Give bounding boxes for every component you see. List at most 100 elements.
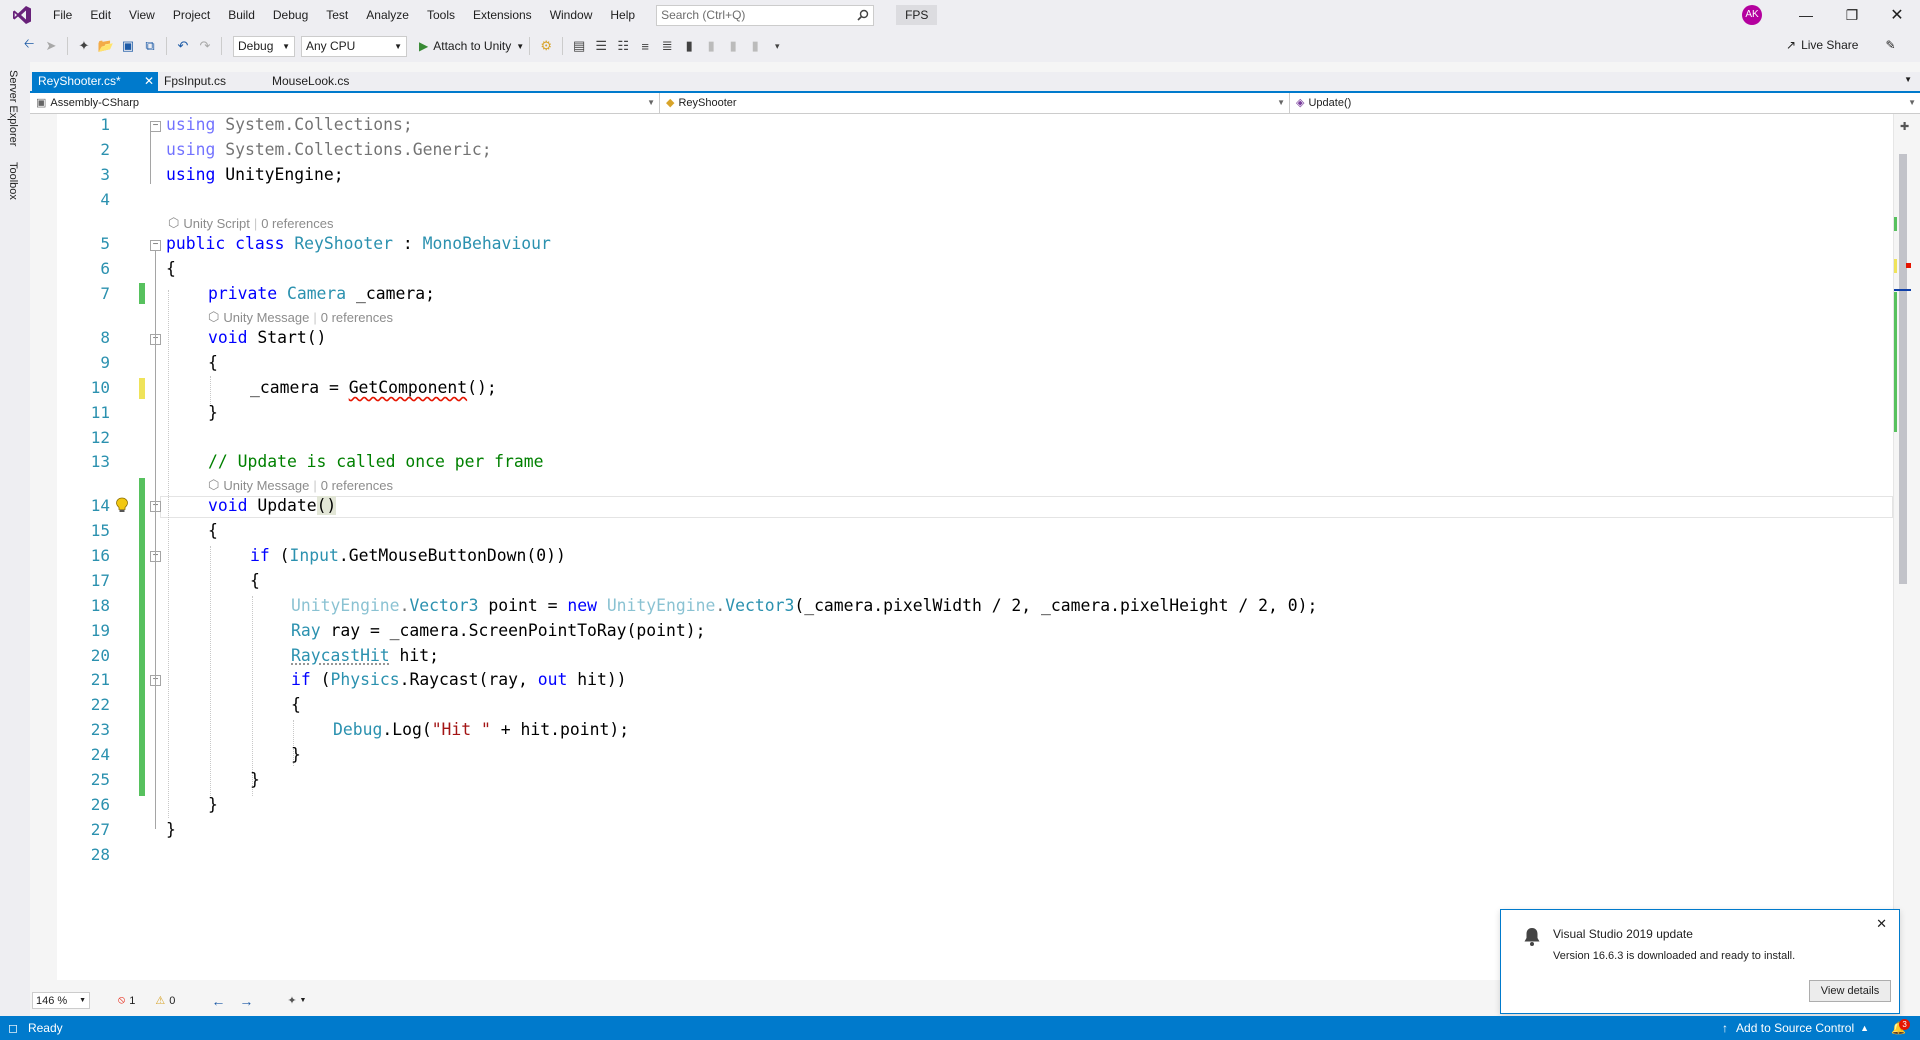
attach-to-unity-button[interactable]: ▶ Attach to Unity ▼ (419, 39, 524, 53)
screenshot-icon[interactable]: ▤ (568, 35, 590, 57)
vertical-scrollbar[interactable]: ✚ (1893, 114, 1911, 980)
codelens-update[interactable]: ⬡ Unity Message | 0 references (208, 477, 393, 493)
menu-tools[interactable]: Tools (418, 0, 464, 30)
codelens-refs[interactable]: 0 references (321, 310, 393, 325)
close-icon[interactable]: ✕ (1874, 0, 1920, 30)
scrollbar-thumb[interactable] (1899, 154, 1907, 584)
comment-icon[interactable]: ≡ (634, 35, 656, 57)
add-to-source-control[interactable]: Add to Source Control (1736, 1021, 1854, 1035)
next-bookmark-icon[interactable]: ▮ (722, 35, 744, 57)
close-notification-icon[interactable]: ✕ (1876, 916, 1887, 932)
type-name: Debug (333, 720, 383, 739)
view-details-button[interactable]: View details (1809, 980, 1891, 1002)
menu-help[interactable]: Help (601, 0, 644, 30)
bookmark-icon[interactable]: ▮ (678, 35, 700, 57)
menu-file[interactable]: File (44, 0, 81, 30)
class-dropdown[interactable]: ◆ ReyShooter ▼ (660, 93, 1290, 113)
prev-bookmark-icon[interactable]: ▮ (700, 35, 722, 57)
code-line: void Update() (208, 496, 337, 515)
lightbulb-icon[interactable] (115, 497, 129, 513)
format-icon[interactable]: ☰ (590, 35, 612, 57)
uncomment-icon[interactable]: ≣ (656, 35, 678, 57)
zoom-select[interactable]: 146 % ▼ (32, 992, 90, 1009)
member-dropdown[interactable]: ◈ Update() ▼ (1290, 93, 1920, 113)
line-number: 1 (100, 115, 110, 134)
minimize-icon[interactable]: — (1783, 0, 1829, 30)
tab-fpsinput[interactable]: FpsInput.cs (158, 72, 258, 91)
platform-select[interactable]: Any CPU ▼ (301, 35, 407, 57)
code-line: { (291, 695, 301, 714)
codelens-class[interactable]: ⬡ Unity Script | 0 references (168, 215, 333, 231)
chevron-down-icon: ▼ (1277, 98, 1285, 107)
tab-reyshooter[interactable]: ReyShooter.cs* ✕ (32, 72, 158, 91)
configuration-select[interactable]: Debug ▼ (233, 35, 295, 57)
keyword: private (208, 284, 278, 303)
menu-build[interactable]: Build (219, 0, 264, 30)
outline-icon[interactable]: ☷ (612, 35, 634, 57)
hot-reload-icon[interactable]: ⚙ (535, 35, 557, 57)
zoom-value: 146 % (36, 994, 68, 1007)
redo-icon[interactable]: ↷ (194, 35, 216, 57)
next-issue-icon[interactable]: → (239, 993, 253, 1009)
menu-view[interactable]: View (120, 0, 164, 30)
warning-icon[interactable]: ⚠ (155, 994, 165, 1007)
solution-name: FPS (896, 5, 938, 25)
tab-mouselook[interactable]: MouseLook.cs (266, 72, 366, 91)
line-number: 11 (90, 403, 110, 422)
codelens-refs[interactable]: 0 references (261, 216, 333, 231)
menu-extensions[interactable]: Extensions (464, 0, 541, 30)
save-all-icon[interactable]: ⧉ (139, 35, 161, 57)
split-view-icon[interactable]: ✚ (1900, 120, 1909, 133)
server-explorer-tab[interactable]: Server Explorer (7, 70, 19, 146)
menu-debug[interactable]: Debug (264, 0, 317, 30)
undo-icon[interactable]: ↶ (172, 35, 194, 57)
indent-guide (252, 596, 253, 796)
warning-count[interactable]: 0 (169, 995, 175, 1007)
clear-bookmarks-icon[interactable]: ▮ (744, 35, 766, 57)
error-map-marker (1906, 263, 1911, 268)
collapse-icon[interactable]: − (150, 121, 161, 132)
save-icon[interactable]: ▣ (117, 35, 139, 57)
code-text: hit)) (567, 670, 627, 689)
navigate-back-icon[interactable]: 🡠 (18, 35, 40, 57)
error-squiggle[interactable]: GetComponent (349, 378, 467, 397)
chevron-down-icon[interactable]: ▼ (300, 997, 307, 1004)
notifications-icon[interactable]: 🔔 3 (1891, 1019, 1911, 1035)
previous-issue-icon[interactable]: ← (211, 993, 225, 1009)
live-share-label: Live Share (1801, 38, 1859, 52)
code-line: } (208, 403, 218, 422)
keyword: public (166, 234, 226, 253)
codelens-start[interactable]: ⬡ Unity Message | 0 references (208, 309, 393, 325)
indent-guide (210, 546, 211, 796)
toolbox-tab[interactable]: Toolbox (7, 162, 19, 200)
open-folder-icon[interactable]: 📂 (95, 35, 117, 57)
user-avatar[interactable]: AK (1742, 5, 1762, 25)
menu-test[interactable]: Test (317, 0, 357, 30)
search-input[interactable]: Search (Ctrl+Q) (656, 4, 875, 26)
code-line: } (250, 770, 260, 789)
feedback-icon[interactable]: ✎ (1885, 38, 1895, 52)
live-share-button[interactable]: ↗ Live Share ✎ (1786, 38, 1896, 52)
menu-edit[interactable]: Edit (81, 0, 120, 30)
code-cleanup-icon[interactable]: ✦ (287, 994, 296, 1007)
keyword: class (235, 234, 285, 253)
error-icon[interactable]: ⦸ (118, 994, 125, 1007)
class-name: ReyShooter (678, 97, 737, 109)
codelens-refs[interactable]: 0 references (321, 478, 393, 493)
close-tab-icon[interactable]: ✕ (144, 72, 154, 91)
navigate-forward-icon[interactable]: ➤ (40, 35, 62, 57)
toolbar-overflow-icon[interactable]: ▾ (766, 35, 788, 57)
new-project-icon[interactable]: ✦ (73, 35, 95, 57)
menu-analyze[interactable]: Analyze (357, 0, 418, 30)
notification-title: Visual Studio 2019 update (1553, 927, 1693, 941)
menu-window[interactable]: Window (541, 0, 602, 30)
restore-icon[interactable]: ❐ (1829, 0, 1875, 30)
project-dropdown[interactable]: ▣ Assembly-CSharp ▼ (30, 93, 660, 113)
error-count[interactable]: 1 (129, 995, 135, 1007)
menu-project[interactable]: Project (164, 0, 219, 30)
attach-label: Attach to Unity (433, 39, 512, 53)
unity-icon: ⬡ (208, 477, 220, 492)
tab-list-chevron-icon[interactable]: ▼ (1904, 75, 1912, 84)
outline-line (150, 132, 151, 184)
collapse-icon[interactable]: − (150, 240, 161, 251)
